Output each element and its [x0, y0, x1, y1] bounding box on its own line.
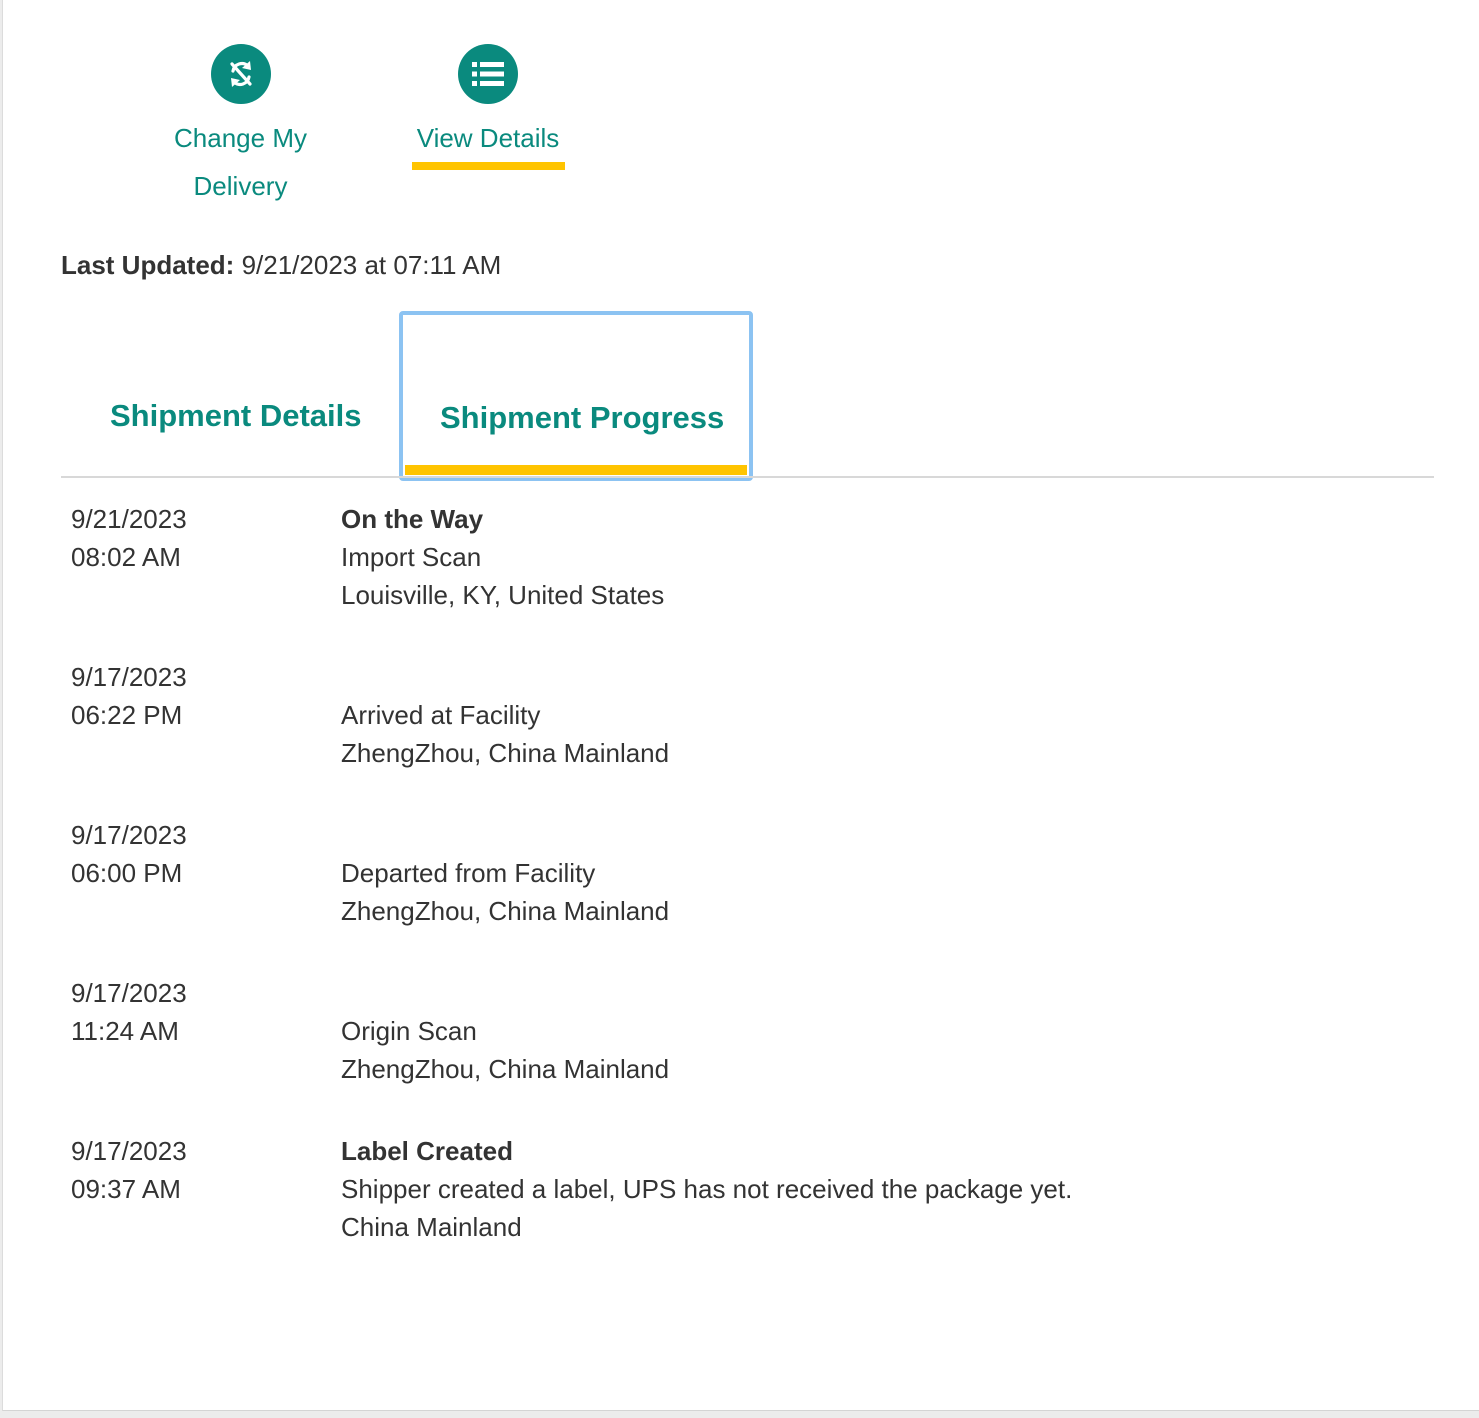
change-my-delivery-button[interactable]: Change My Delivery — [153, 44, 328, 210]
event-status: Label Created — [341, 1136, 513, 1166]
event-activity: Departed from Facility — [341, 858, 596, 888]
view-details-button[interactable]: View Details — [407, 44, 569, 170]
event-location: ZhengZhou, China Mainland — [341, 738, 670, 768]
event-details: Label Created Shipper created a label, U… — [341, 1132, 1341, 1246]
event-location: Louisville, KY, United States — [341, 580, 665, 610]
event-datetime: 9/17/2023 09:37 AM — [71, 1136, 187, 1204]
event-activity: Origin Scan — [341, 1016, 477, 1046]
shipment-card: Change My Delivery View Details Last Upd… — [2, 0, 1479, 1411]
change-my-delivery-label: Change My Delivery — [174, 123, 307, 201]
view-details-label: View Details — [416, 123, 560, 153]
event-location: ZhengZhou, China Mainland — [341, 896, 670, 926]
event-details: Origin Scan ZhengZhou, China Mainland — [341, 974, 1341, 1088]
tab-shipment-progress-focus[interactable]: Shipment Progress — [399, 311, 753, 481]
event-datetime: 9/21/2023 08:02 AM — [71, 504, 187, 572]
last-updated: Last Updated: 9/21/2023 at 07:11 AM — [61, 250, 501, 281]
last-updated-value: 9/21/2023 at 07:11 AM — [241, 250, 502, 280]
event-activity: Shipper created a label, UPS has not rec… — [341, 1174, 1073, 1204]
last-updated-label: Last Updated: — [61, 250, 235, 280]
event-status — [341, 974, 1341, 1012]
event-details: On the Way Import Scan Louisville, KY, U… — [341, 500, 1341, 614]
event-status — [341, 816, 1341, 854]
tab-shipment-progress[interactable]: Shipment Progress — [440, 400, 724, 436]
event-details: Arrived at Facility ZhengZhou, China Mai… — [341, 658, 1341, 772]
event-datetime: 9/17/2023 11:24 AM — [71, 978, 187, 1046]
event-details: Departed from Facility ZhengZhou, China … — [341, 816, 1341, 930]
list-icon — [458, 44, 518, 104]
tabs-divider — [61, 476, 1434, 478]
event-status — [341, 658, 1341, 696]
event-location: China Mainland — [341, 1212, 522, 1242]
event-status: On the Way — [341, 504, 484, 534]
event-activity: Arrived at Facility — [341, 700, 541, 730]
event-activity: Import Scan — [341, 542, 482, 572]
active-tab-underline — [405, 465, 747, 475]
event-datetime: 9/17/2023 06:22 PM — [71, 662, 187, 730]
event-datetime: 9/17/2023 06:00 PM — [71, 820, 187, 888]
refresh-arrows-icon — [210, 44, 271, 104]
tab-shipment-details[interactable]: Shipment Details — [110, 398, 362, 434]
event-location: ZhengZhou, China Mainland — [341, 1054, 670, 1084]
active-underline — [411, 162, 565, 170]
